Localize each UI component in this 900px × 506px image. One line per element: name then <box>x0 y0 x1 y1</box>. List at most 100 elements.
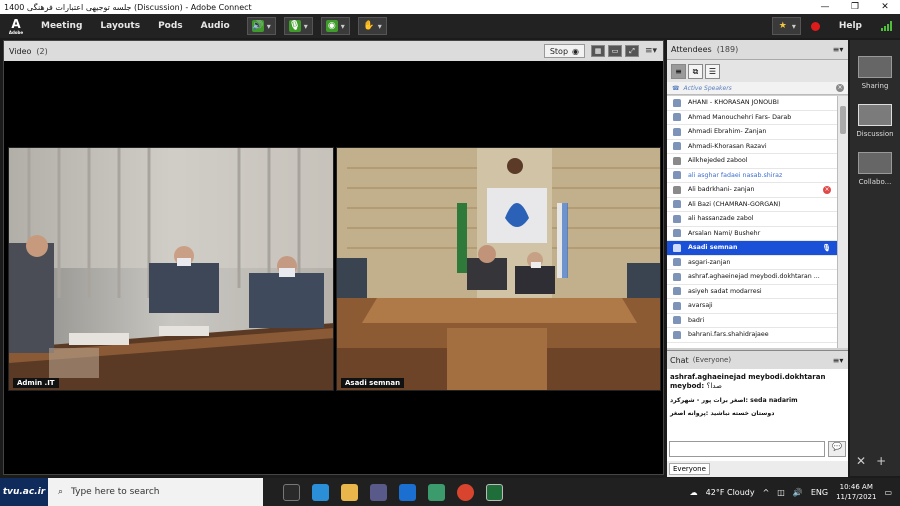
app-icon[interactable] <box>428 483 445 501</box>
chevron-down-icon: ▾ <box>791 21 796 31</box>
connection-signal-icon <box>881 21 892 31</box>
menu-pods[interactable]: Pods <box>149 21 192 31</box>
language-indicator[interactable]: ENG <box>811 488 828 497</box>
attendee-row[interactable]: Arsalan Nami/ Bushehr <box>667 227 837 241</box>
attendee-name: Ailkhejeded zabool <box>688 157 748 165</box>
menu-help[interactable]: Help <box>830 21 871 31</box>
active-speakers-label: Active Speakers <box>683 84 732 92</box>
chat-input[interactable] <box>669 441 825 457</box>
attendees-view-toolbar: ≡ ⧉ ☰ <box>667 60 848 82</box>
attendee-row[interactable]: Ahmadi-Khorasan Razavi <box>667 140 837 154</box>
adobe-logo: A Adobe <box>0 14 32 38</box>
attendee-row[interactable]: Ailkhejeded zabool <box>667 154 837 169</box>
send-message-icon[interactable]: 💬 <box>828 441 846 457</box>
edge-icon[interactable] <box>312 483 329 501</box>
chat-pod: Chat (Everyone) ≡▾ ashraf.aghaeinejad me… <box>667 350 848 477</box>
attendee-row[interactable]: Ali Bazi (CHAMRAN-GORGAN) <box>667 198 837 212</box>
mail-icon[interactable] <box>399 483 416 501</box>
video-pod-title: Video <box>9 46 32 56</box>
attendee-row[interactable]: Ahmad Manouchehri Fars- Darab <box>667 111 837 125</box>
presenter-status-button[interactable]: ★ ▾ <box>771 17 801 35</box>
chat-tab-everyone[interactable]: Everyone <box>669 463 710 475</box>
chrome-icon[interactable] <box>457 483 474 501</box>
attendee-row[interactable]: asgari-zanjan <box>667 256 837 270</box>
layout-discussion[interactable]: Discussion <box>856 104 894 138</box>
breakout-icon[interactable]: ⧉ <box>688 63 703 79</box>
person-icon <box>673 171 681 180</box>
attendees-count: (189) <box>716 45 739 54</box>
maximize-button[interactable]: ❐ <box>840 0 870 14</box>
webcam-toggle-button[interactable]: ◉ ▾ <box>320 17 350 35</box>
attendee-row[interactable]: ali asghar fadaei nasab.shiraz <box>667 169 837 183</box>
taskbar-brand-logo: tvu.ac.ir <box>0 478 48 506</box>
taskbar-search[interactable]: ⌕ Type here to search <box>48 478 263 506</box>
video-pod: Video (2) Stop ◉ ▦ ▭ ⤢ ≡▾ Admin .IT Asad… <box>3 40 664 475</box>
menu-audio[interactable]: Audio <box>192 21 239 31</box>
attendee-row[interactable]: bahrani.fars.shahidrajaee <box>667 328 837 343</box>
layout-thumbnail <box>858 152 892 174</box>
microphone-toggle-button[interactable]: 🎙 ▾ <box>283 17 313 35</box>
scrollbar-thumb[interactable] <box>840 106 846 134</box>
taskbar-clock[interactable]: 10:46 AM 11/17/2021 <box>836 482 876 502</box>
adobe-connect-icon[interactable] <box>486 483 503 501</box>
presenter-icon: ★ <box>778 21 787 31</box>
list-view-icon[interactable]: ≡ <box>671 63 686 79</box>
attendee-row[interactable]: Ali badrkhani- zanjan × <box>667 183 837 198</box>
tray-chevron-icon[interactable]: ^ <box>763 488 770 497</box>
weather-text[interactable]: 42°F Cloudy <box>706 488 755 497</box>
fullscreen-icon[interactable]: ⤢ <box>625 45 639 57</box>
user-status-icon[interactable]: ☰ <box>705 63 720 79</box>
attendee-name: asgari-zanjan <box>688 258 731 266</box>
attendee-name: Asadi semnan <box>688 244 738 252</box>
stop-webcam-button[interactable]: Stop ◉ <box>543 44 585 58</box>
volume-icon[interactable]: 🔊 <box>793 488 803 497</box>
attendee-row[interactable]: ali hassanzade zabol <box>667 212 837 227</box>
layout-label: Discussion <box>856 130 894 138</box>
task-view-icon[interactable] <box>283 483 300 501</box>
menu-meeting[interactable]: Meeting <box>32 21 91 31</box>
close-icon[interactable]: × <box>836 84 844 92</box>
attendee-list-scrollbar[interactable] <box>837 96 848 348</box>
attendee-row[interactable]: avarsaji <box>667 299 837 314</box>
video-pod-header: Video (2) Stop ◉ ▦ ▭ ⤢ ≡▾ <box>4 41 663 61</box>
raise-hand-button[interactable]: ✋ ▾ <box>357 17 387 35</box>
grid-view-icon[interactable]: ▦ <box>591 45 605 57</box>
attendee-row[interactable]: Ahmadi Ebrahim- Zanjan <box>667 125 837 140</box>
attendee-row[interactable]: ashraf.aghaeinejad meybodi.dokhtaran ... <box>667 270 837 285</box>
chat-footer: Everyone <box>667 461 848 477</box>
notifications-icon[interactable]: ▭ <box>884 488 892 497</box>
attendees-title: Attendees <box>671 45 712 54</box>
chevron-down-icon: ▾ <box>377 21 382 31</box>
chevron-down-icon: ▾ <box>266 21 271 31</box>
minimize-button[interactable]: — <box>810 0 840 14</box>
pod-options-icon[interactable]: ≡▾ <box>639 46 663 56</box>
tools-icon[interactable]: ✕ <box>856 454 866 468</box>
layout-collaboration[interactable]: Collabo... <box>856 152 894 186</box>
attendee-row[interactable]: AHANI - KHORASAN JONOUBI <box>667 96 837 111</box>
person-icon <box>673 287 681 296</box>
filmstrip-view-icon[interactable]: ▭ <box>608 45 622 57</box>
layout-sharing[interactable]: Sharing <box>856 56 894 90</box>
video-feed-admin[interactable]: Admin .IT <box>8 147 334 391</box>
record-indicator-icon[interactable] <box>810 21 820 31</box>
file-explorer-icon[interactable] <box>341 483 358 501</box>
network-icon[interactable]: ◫ <box>777 488 785 497</box>
store-icon[interactable] <box>370 483 387 501</box>
pod-options-icon[interactable]: ≡▾ <box>828 45 848 54</box>
pod-options-icon[interactable]: ≡▾ <box>828 356 848 365</box>
menu-layouts[interactable]: Layouts <box>91 21 149 31</box>
speaker-toggle-button[interactable]: 🔊 ▾ <box>246 17 276 35</box>
attendee-name: Ali Bazi (CHAMRAN-GORGAN) <box>688 200 781 208</box>
person-icon <box>673 98 681 107</box>
attendee-row[interactable]: asiyeh sadat modarresi <box>667 285 837 299</box>
chat-message: اصغر برات پور - شهرکرد: seda nadarim <box>670 397 798 404</box>
close-window-button[interactable]: ✕ <box>870 0 900 14</box>
attendee-name: ashraf.aghaeinejad meybodi.dokhtaran ... <box>688 273 820 281</box>
attendee-row-selected[interactable]: Asadi semnan 🎙 <box>667 241 837 256</box>
video-feed-label: Admin .IT <box>13 378 59 388</box>
add-layout-icon[interactable]: + <box>876 454 886 468</box>
microphone-icon: 🎙 <box>288 20 301 32</box>
attendee-row[interactable]: badri <box>667 314 837 328</box>
video-feed-asadi[interactable]: Asadi semnan <box>336 147 661 391</box>
remove-status-icon[interactable]: × <box>823 185 831 194</box>
